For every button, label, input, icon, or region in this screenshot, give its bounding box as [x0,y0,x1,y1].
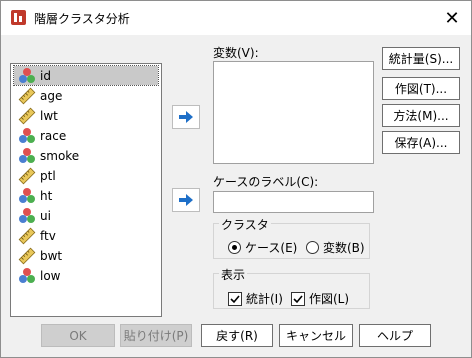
scale-variable-icon [17,227,37,245]
variable-item-low[interactable]: low [14,266,158,285]
display-statistics-checkbox[interactable]: 統計(I) [228,290,283,307]
cluster-cases-label: ケース(E) [245,241,298,255]
variable-name: lwt [40,108,58,123]
display-statistics-label: 統計(I) [246,292,283,306]
variable-item-ftv[interactable]: ftv [14,226,158,245]
paste-button[interactable]: 貼り付け(P) [120,324,192,347]
variable-name: smoke [40,148,80,163]
variable-name: low [40,268,61,283]
radio-unselected-icon [306,241,319,254]
reset-button[interactable]: 戻す(R) [201,324,273,347]
cancel-button[interactable]: キャンセル [279,324,353,347]
variable-name: bwt [40,248,63,263]
variable-name: id [40,68,51,83]
nominal-variable-icon [17,207,37,225]
nominal-variable-icon [17,147,37,165]
cluster-variables-label: 変数(B) [323,241,365,255]
plots-button[interactable]: 作図(T)... [382,77,460,100]
cluster-variables-radio[interactable]: 変数(B) [306,239,365,256]
move-to-case-label-button[interactable] [172,188,200,212]
title-bar: 階層クラスタ分析 ✕ [1,1,471,35]
nominal-variable-icon [17,127,37,145]
arrow-right-icon [179,111,193,123]
checkbox-checked-icon [291,291,305,306]
scale-variable-icon [17,107,37,125]
variable-item-bwt[interactable]: bwt [14,246,158,265]
variable-name: ftv [40,228,56,243]
variable-item-ui[interactable]: ui [14,206,158,225]
case-label-label: ケースのラベル(C): [213,175,319,189]
checkbox-checked-icon [228,291,242,306]
scale-variable-icon [17,167,37,185]
source-variable-list[interactable]: id age lwt race smoke ptl ht ui ftv bwt low [10,63,162,317]
statistics-button[interactable]: 統計量(S)... [382,47,460,70]
close-button[interactable]: ✕ [437,3,467,33]
nominal-variable-icon [17,187,37,205]
method-button[interactable]: 方法(M)... [382,104,460,127]
scale-variable-icon [17,87,37,105]
save-button[interactable]: 保存(A)... [382,131,460,154]
radio-selected-icon [228,241,241,254]
variable-name: ui [40,208,51,223]
case-label-field[interactable] [213,191,374,213]
scale-variable-icon [17,247,37,265]
variable-item-ptl[interactable]: ptl [14,166,158,185]
variable-name: race [40,128,67,143]
variable-item-age[interactable]: age [14,86,158,105]
move-to-variables-button[interactable] [172,105,200,129]
ok-button[interactable]: OK [41,324,115,347]
variable-name: age [40,88,63,103]
nominal-variable-icon [17,267,37,285]
display-plots-label: 作図(L) [309,292,350,306]
display-plots-checkbox[interactable]: 作図(L) [291,290,349,307]
help-button[interactable]: ヘルプ [359,324,431,347]
close-icon: ✕ [444,7,460,29]
variable-item-smoke[interactable]: smoke [14,146,158,165]
variables-label: 変数(V): [213,46,259,60]
variable-item-lwt[interactable]: lwt [14,106,158,125]
arrow-right-icon [179,194,193,206]
cluster-cases-radio[interactable]: ケース(E) [228,239,297,256]
display-group-title: 表示 [219,266,248,283]
variable-name: ptl [40,168,56,183]
app-icon [11,10,26,25]
cluster-group-title: クラスタ [219,216,271,233]
variable-item-id[interactable]: id [13,65,159,86]
variable-item-race[interactable]: race [14,126,158,145]
dialog-window: 階層クラスタ分析 ✕ id age lwt race smoke ptl ht ui ftv bw… [0,0,472,358]
variables-target-list[interactable] [213,61,374,164]
window-title: 階層クラスタ分析 [34,12,130,26]
variable-item-ht[interactable]: ht [14,186,158,205]
nominal-variable-icon [17,67,37,85]
variable-name: ht [40,188,53,203]
